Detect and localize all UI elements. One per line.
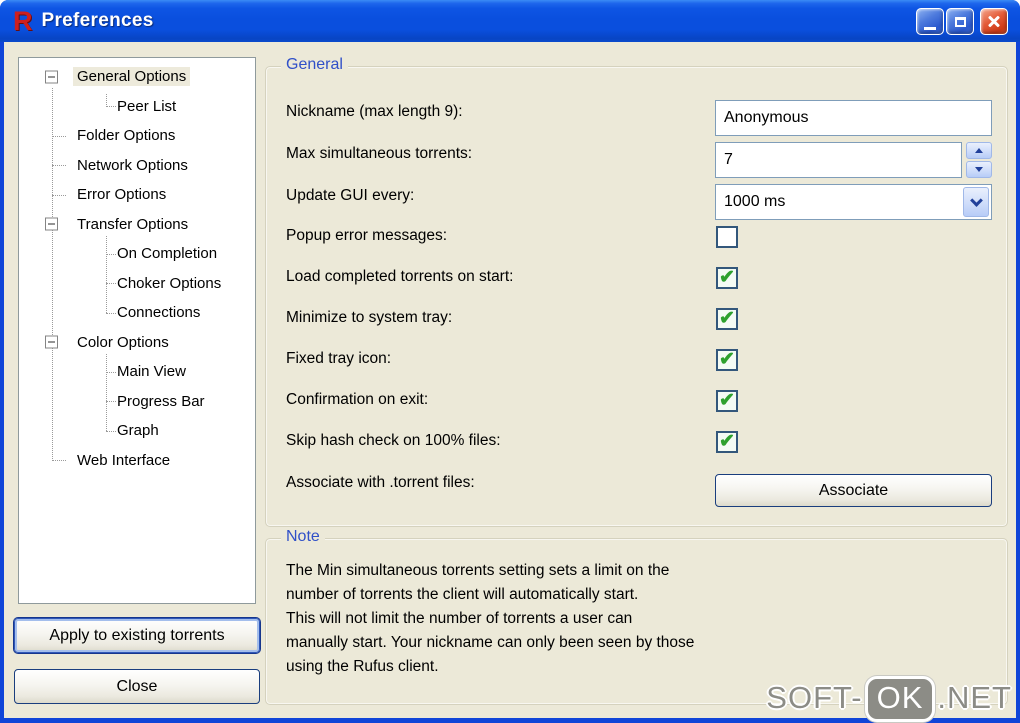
tree-item-network-options[interactable]: Network Options	[19, 151, 255, 181]
tree-item-graph[interactable]: Graph	[19, 416, 255, 446]
tree-item-folder-options[interactable]: Folder Options	[19, 121, 255, 151]
tree-item-label: Network Options	[77, 156, 188, 174]
collapse-icon[interactable]	[45, 335, 58, 349]
dialog-body: General Options Peer List Folder Options…	[4, 42, 1016, 718]
note-line: manually start. Your nickname can only b…	[286, 634, 695, 651]
dropdown-arrow-button[interactable]	[963, 187, 989, 217]
arrow-down-icon	[975, 167, 983, 172]
minimize-icon	[924, 26, 936, 30]
window-title: Preferences	[41, 10, 154, 31]
watermark-ok-badge: OK	[864, 676, 936, 722]
spin-down-button[interactable]	[966, 161, 992, 178]
collapse-icon[interactable]	[45, 217, 58, 231]
preferences-window: R Preferences General Options Peer List …	[0, 0, 1020, 723]
max-torrents-input[interactable]	[715, 142, 962, 178]
minimize-button[interactable]	[916, 8, 944, 35]
chevron-down-icon	[969, 193, 983, 207]
spin-up-button[interactable]	[966, 142, 992, 159]
tree-item-label: Connections	[117, 304, 201, 322]
minimize-tray-label: Minimize to system tray:	[286, 309, 453, 326]
note-line: number of torrents the client will autom…	[286, 586, 639, 603]
maximize-button[interactable]	[946, 8, 974, 35]
note-text: The Min simultaneous torrents setting se…	[266, 539, 1007, 679]
skip-hash-checkbox[interactable]	[716, 430, 738, 453]
general-groupbox: General Nickname (max length 9): Max sim…	[265, 56, 1008, 527]
tree-item-label: Web Interface	[77, 451, 171, 469]
associate-button[interactable]: Associate	[715, 474, 992, 507]
popup-errors-label: Popup error messages:	[286, 227, 448, 244]
tree-item-web-interface[interactable]: Web Interface	[19, 446, 255, 476]
tree-item-progress-bar[interactable]: Progress Bar	[19, 387, 255, 417]
nickname-input[interactable]	[715, 100, 992, 136]
collapse-icon[interactable]	[45, 70, 58, 84]
maximize-icon	[954, 16, 966, 27]
tree-item-connections[interactable]: Connections	[19, 298, 255, 328]
watermark-suffix: .NET	[937, 680, 1012, 715]
watermark-prefix: SOFT-	[766, 680, 863, 715]
app-icon: R	[13, 5, 33, 36]
tree-item-choker-options[interactable]: Choker Options	[19, 269, 255, 299]
note-line: This will not limit the number of torren…	[286, 610, 633, 627]
popup-errors-checkbox[interactable]	[716, 226, 738, 248]
confirm-exit-checkbox[interactable]	[716, 389, 738, 412]
minimize-tray-checkbox[interactable]	[716, 307, 738, 330]
options-tree: General Options Peer List Folder Options…	[18, 57, 256, 604]
tree-item-label: Graph	[117, 422, 159, 440]
skip-hash-label: Skip hash check on 100% files:	[286, 432, 501, 449]
tree-item-label: Choker Options	[117, 274, 222, 292]
arrow-up-icon	[975, 148, 983, 153]
tree-item-label: Color Options	[77, 333, 169, 351]
tree-item-transfer-options[interactable]: Transfer Options	[19, 210, 255, 240]
tree-item-label: Folder Options	[77, 127, 176, 145]
tree-item-label: Error Options	[77, 186, 167, 204]
update-gui-selected-value: 1000 ms	[724, 193, 786, 210]
close-button[interactable]: Close	[14, 669, 260, 704]
max-torrents-label: Max simultaneous torrents:	[286, 145, 473, 162]
load-completed-label: Load completed torrents on start:	[286, 268, 514, 285]
general-groupbox-title: General	[281, 56, 348, 74]
fixed-tray-checkbox[interactable]	[716, 348, 738, 371]
tree-item-label: Progress Bar	[117, 392, 205, 410]
update-gui-dropdown[interactable]: 1000 ms	[715, 184, 992, 220]
soft-ok-watermark: SOFT- OK .NET	[766, 676, 1012, 722]
nickname-label: Nickname (max length 9):	[286, 103, 463, 120]
tree-item-error-options[interactable]: Error Options	[19, 180, 255, 210]
tree-item-on-completion[interactable]: On Completion	[19, 239, 255, 269]
max-torrents-stepper	[966, 142, 992, 178]
close-icon	[986, 14, 1002, 30]
load-completed-checkbox[interactable]	[716, 266, 738, 289]
tree-item-color-options[interactable]: Color Options	[19, 328, 255, 358]
tree-item-label: General Options	[73, 67, 191, 87]
tree-item-main-view[interactable]: Main View	[19, 357, 255, 387]
tree-item-label: Transfer Options	[77, 215, 189, 233]
tree-item-general-options[interactable]: General Options	[19, 62, 255, 92]
note-groupbox-title: Note	[281, 528, 325, 546]
fixed-tray-label: Fixed tray icon:	[286, 350, 392, 367]
associate-label: Associate with .torrent files:	[286, 474, 475, 491]
note-line: The Min simultaneous torrents setting se…	[286, 562, 670, 579]
confirm-exit-label: Confirmation on exit:	[286, 391, 429, 408]
tree-item-label: On Completion	[117, 245, 218, 263]
close-window-button[interactable]	[980, 8, 1008, 35]
tree-item-label: Peer List	[117, 97, 177, 115]
tree-item-peer-list[interactable]: Peer List	[19, 92, 255, 122]
title-bar[interactable]: R Preferences	[0, 0, 1020, 42]
apply-to-existing-torrents-button[interactable]: Apply to existing torrents	[14, 618, 260, 653]
tree-item-label: Main View	[117, 363, 186, 381]
update-gui-label: Update GUI every:	[286, 187, 415, 204]
